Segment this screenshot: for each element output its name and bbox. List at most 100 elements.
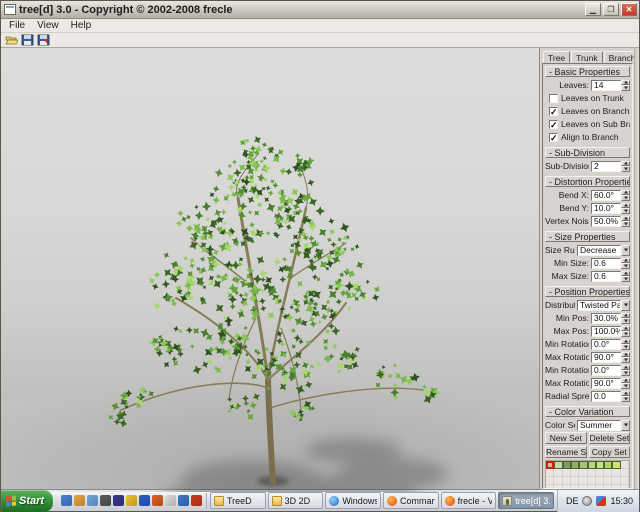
color-swatch-18[interactable] [612, 469, 620, 477]
color-swatch-7[interactable] [604, 461, 612, 469]
notepad-icon[interactable] [165, 495, 176, 506]
select-color-set[interactable]: Summer [577, 420, 621, 431]
messenger-icon[interactable] [87, 495, 98, 506]
button-copy-set[interactable]: Copy Set [589, 446, 631, 458]
language-indicator[interactable]: DE [566, 496, 579, 506]
section-header-size-properties[interactable]: - Size Properties [545, 231, 630, 242]
media-player-icon[interactable] [113, 495, 124, 506]
volume-icon[interactable] [582, 496, 592, 506]
tab-branch[interactable]: Branch [604, 51, 634, 63]
color-swatch-23[interactable] [571, 477, 579, 485]
color-swatch-0[interactable] [546, 461, 554, 469]
spinner-down-icon[interactable] [621, 221, 630, 227]
color-swatch-19[interactable] [621, 469, 629, 477]
checkbox-align-to-branch[interactable]: ✓ [549, 133, 558, 142]
input-bend-y[interactable]: 10.0° [591, 203, 621, 214]
button-rename-set[interactable]: Rename Set [545, 446, 587, 458]
color-swatch-29[interactable] [621, 477, 629, 485]
color-swatch-25[interactable] [588, 477, 596, 485]
color-swatch-22[interactable] [563, 477, 571, 485]
spinner-down-icon[interactable] [621, 357, 630, 363]
minimize-button[interactable]: ▁ [585, 3, 601, 16]
dropdown-arrow-icon[interactable] [621, 245, 630, 256]
tab-tree[interactable]: Tree [543, 51, 570, 63]
color-swatch-16[interactable] [596, 469, 604, 477]
viewport-3d[interactable] [1, 48, 539, 489]
input-max-rotation-y[interactable]: 90.0° [591, 378, 621, 389]
section-header-basic-properties[interactable]: - Basic Properties [545, 66, 630, 77]
internet-explorer-icon[interactable] [178, 495, 189, 506]
close-button[interactable]: ✕ [621, 3, 637, 16]
color-swatch-27[interactable] [604, 477, 612, 485]
input-max-pos[interactable]: 100.0% [591, 326, 621, 337]
color-swatch-10[interactable] [546, 469, 554, 477]
input-min-pos[interactable]: 30.0% [591, 313, 621, 324]
color-swatch-8[interactable] [612, 461, 620, 469]
taskbar-button-command-and[interactable]: Command and... [383, 492, 439, 509]
menu-help[interactable]: Help [65, 20, 98, 31]
open-file-icon[interactable] [5, 34, 18, 46]
button-delete-set[interactable]: Delete Set [589, 432, 631, 444]
color-swatch-20[interactable] [546, 477, 554, 485]
tab-trunk[interactable]: Trunk [571, 51, 602, 63]
section-header-color-variation[interactable]: - Color Variation [545, 406, 630, 417]
color-swatch-14[interactable] [579, 469, 587, 477]
input-bend-x[interactable]: 60.0° [591, 190, 621, 201]
taskbar-button-frecle-view-t[interactable]: frecle - View t... [441, 492, 497, 509]
color-swatch-28[interactable] [612, 477, 620, 485]
color-swatch-15[interactable] [588, 469, 596, 477]
color-swatch-2[interactable] [563, 461, 571, 469]
input-max-size[interactable]: 0.6 [591, 271, 621, 282]
start-button[interactable]: Start [1, 490, 53, 512]
input-min-rotation-y[interactable]: 0.0° [591, 365, 621, 376]
dropdown-arrow-icon[interactable] [621, 420, 630, 431]
input-radial-spread[interactable]: 0.0 [591, 391, 621, 402]
spinner-down-icon[interactable] [621, 331, 630, 337]
word-icon[interactable] [139, 495, 150, 506]
section-header-sub-division[interactable]: - Sub-Division [545, 147, 630, 158]
spinner-down-icon[interactable] [621, 276, 630, 282]
color-swatch-5[interactable] [588, 461, 596, 469]
input-vertex-noise[interactable]: 50.0% [591, 216, 621, 227]
save-as-icon[interactable] [37, 34, 50, 46]
spinner-down-icon[interactable] [621, 383, 630, 389]
save-file-icon[interactable] [21, 34, 34, 46]
input-leaves[interactable]: 14 [591, 80, 621, 91]
checkbox-leaves-on-trunk[interactable] [549, 94, 558, 103]
color-swatch-17[interactable] [604, 469, 612, 477]
color-swatch-11[interactable] [554, 469, 562, 477]
spinner-down-icon[interactable] [621, 263, 630, 269]
menu-view[interactable]: View [31, 20, 65, 31]
input-min-rotation-x[interactable]: 0.0° [591, 339, 621, 350]
spinner-down-icon[interactable] [621, 344, 630, 350]
spinner-down-icon[interactable] [621, 195, 630, 201]
select-size-rule[interactable]: Decrease [577, 245, 621, 256]
input-min-size[interactable]: 0.6 [591, 258, 621, 269]
internet-globe-icon[interactable] [61, 495, 72, 506]
download-manager-icon[interactable] [191, 495, 202, 506]
title-bar[interactable]: tree[d] 3.0 - Copyright © 2002-2008 frec… [1, 1, 639, 19]
checkbox-leaves-on-sub-branches[interactable]: ✓ [549, 120, 558, 129]
panel-scrollbar[interactable] [634, 48, 639, 489]
color-swatch-9[interactable] [621, 461, 629, 469]
select-distribution[interactable]: Twisted Pair [577, 300, 621, 311]
spinner-down-icon[interactable] [621, 318, 630, 324]
firefox-icon[interactable] [152, 495, 163, 506]
color-swatch-21[interactable] [554, 477, 562, 485]
spinner-down-icon[interactable] [621, 85, 630, 91]
checkbox-leaves-on-branches[interactable]: ✓ [549, 107, 558, 116]
section-header-position-properties[interactable]: - Position Properties [545, 286, 630, 297]
color-swatch-6[interactable] [596, 461, 604, 469]
taskbar-button-treed[interactable]: TreeD [210, 492, 266, 509]
mail-icon[interactable] [74, 495, 85, 506]
menu-file[interactable]: File [3, 20, 31, 31]
color-swatch-3[interactable] [571, 461, 579, 469]
restore-button[interactable]: ❐ [603, 3, 619, 16]
spinner-down-icon[interactable] [621, 208, 630, 214]
camera-icon[interactable] [100, 495, 111, 506]
color-swatch-1[interactable] [554, 461, 562, 469]
taskbar-button-windows-medi[interactable]: Windows Medi... [325, 492, 381, 509]
color-swatch-26[interactable] [596, 477, 604, 485]
winamp-icon[interactable] [126, 495, 137, 506]
color-swatch-4[interactable] [579, 461, 587, 469]
